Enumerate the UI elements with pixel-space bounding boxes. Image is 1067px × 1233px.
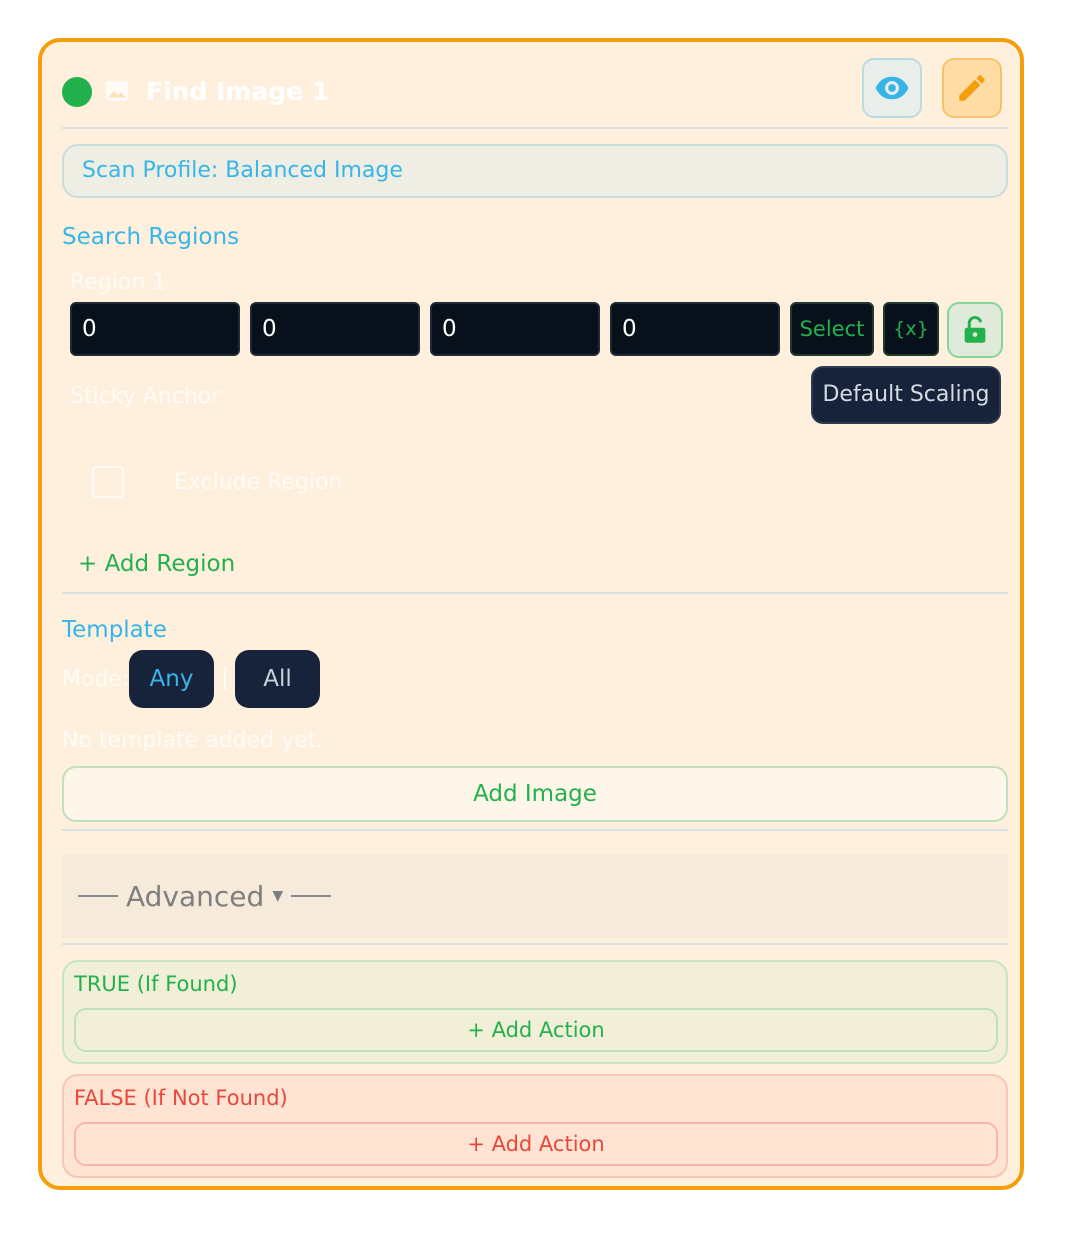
find-image-card: Find Image 1 Scan Profile: Balanced Imag… (38, 38, 1024, 1190)
advanced-line-right (291, 895, 332, 897)
false-branch: FALSE (If Not Found) + Add Action (62, 1074, 1008, 1178)
scan-profile-selector[interactable]: Scan Profile: Balanced Image (62, 144, 1008, 198)
add-region-button[interactable]: + Add Region (78, 549, 235, 579)
pencil-icon (959, 75, 985, 101)
divider (62, 592, 1008, 594)
empty-template-text: No template added yet. (62, 728, 324, 753)
false-add-action-button[interactable]: + Add Action (74, 1122, 998, 1166)
false-branch-label: FALSE (If Not Found) (74, 1086, 288, 1110)
node-title[interactable]: Find Image 1 (146, 75, 329, 109)
region-height-input[interactable] (610, 302, 780, 356)
exclude-region-label: Exclude Region (174, 470, 343, 495)
image-icon (106, 81, 128, 101)
region-width-input[interactable] (430, 302, 600, 356)
region-x-input[interactable] (70, 302, 240, 356)
edit-button[interactable] (942, 58, 1002, 118)
divider (62, 943, 1008, 945)
true-branch-label: TRUE (If Found) (74, 972, 238, 996)
sticky-anchor-label: Sticky Anchor (70, 384, 221, 409)
true-add-action-button[interactable]: + Add Action (74, 1008, 998, 1052)
eye-icon (875, 76, 909, 100)
advanced-line-left (78, 895, 118, 897)
mode-label: Mode: (62, 667, 130, 692)
true-branch: TRUE (If Found) + Add Action (62, 960, 1008, 1064)
divider (62, 829, 1008, 831)
add-image-button[interactable]: Add Image (62, 766, 1008, 822)
variable-button[interactable]: {x} (883, 302, 939, 356)
region-label: Region 1 (70, 270, 167, 295)
search-regions-title: Search Regions (62, 224, 240, 250)
status-indicator (62, 77, 92, 107)
caret-down-icon: ▼ (272, 888, 284, 904)
template-title: Template (62, 617, 167, 643)
mode-all-button[interactable]: All (235, 650, 320, 708)
select-region-button[interactable]: Select (790, 302, 874, 356)
advanced-label: Advanced (126, 879, 265, 913)
mode-any-button[interactable]: Any (129, 650, 214, 708)
region-y-input[interactable] (250, 302, 420, 356)
exclude-region-checkbox[interactable] (92, 466, 124, 498)
lock-toggle-button[interactable] (947, 302, 1003, 358)
divider (62, 127, 1008, 129)
mode-separator (224, 666, 226, 690)
preview-button[interactable] (862, 58, 922, 118)
advanced-toggle[interactable]: Advanced ▼ (62, 854, 1008, 938)
unlocked-lock-icon (964, 316, 986, 343)
scaling-button[interactable]: Default Scaling (811, 366, 1001, 424)
